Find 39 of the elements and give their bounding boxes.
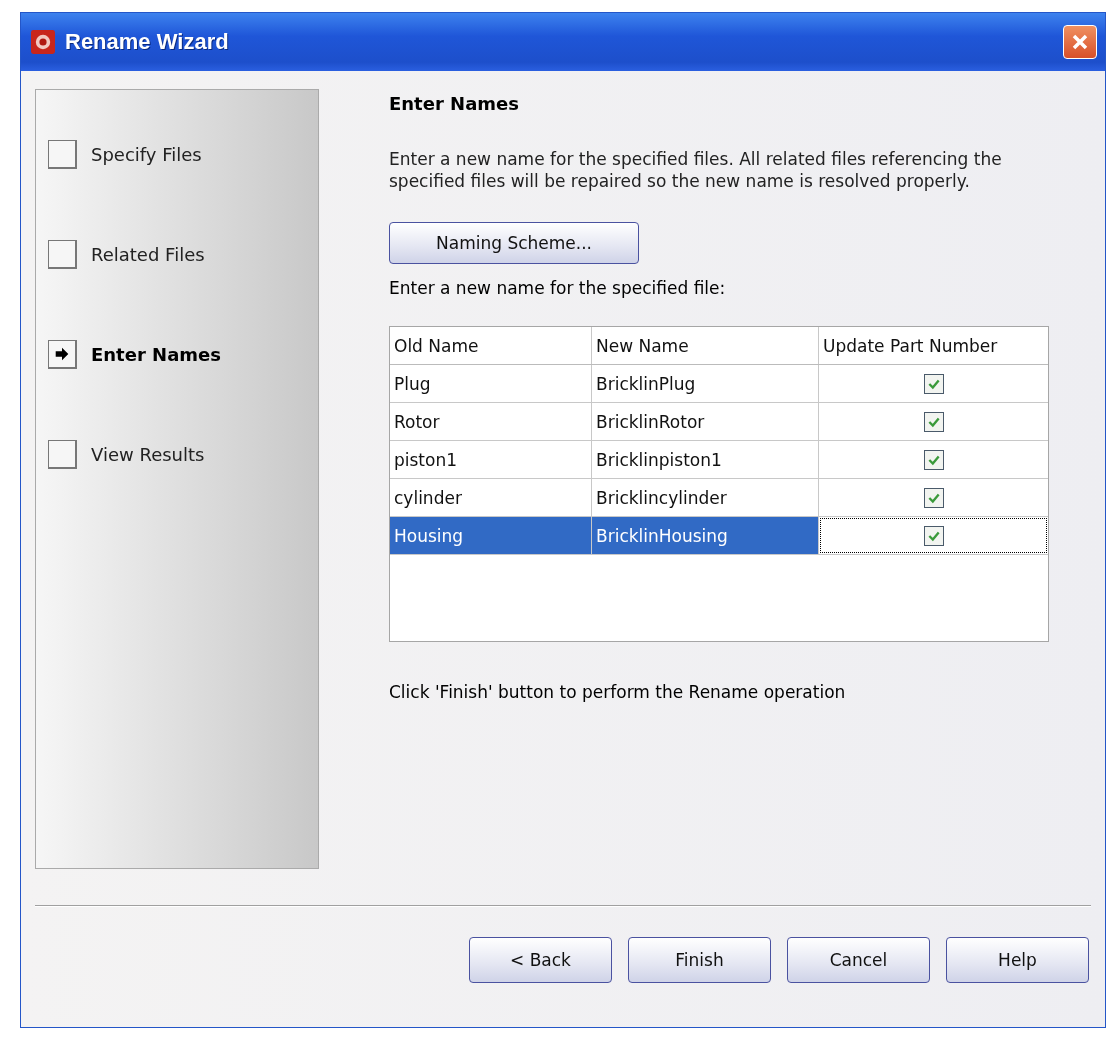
table-label: Enter a new name for the specified file: — [389, 278, 727, 298]
dialog-button[interactable]: Help — [946, 937, 1089, 983]
checkbox[interactable] — [923, 411, 944, 432]
table-cell: BricklinHousing — [592, 517, 819, 554]
naming-scheme-button[interactable]: Naming Scheme... — [389, 222, 639, 264]
step-label: Enter Names — [91, 343, 221, 365]
dialog-button[interactable]: < Back — [469, 937, 612, 983]
window-title: Rename Wizard — [65, 29, 230, 55]
app-icon — [31, 30, 55, 54]
column-header[interactable]: New Name — [592, 327, 819, 364]
column-header[interactable]: Update Part Number — [819, 327, 1048, 364]
table-cell: piston1 — [390, 441, 592, 478]
dialog-button[interactable]: Cancel — [787, 937, 930, 983]
table-row[interactable]: Plug BricklinPlug — [390, 365, 1048, 403]
checkbox[interactable] — [923, 525, 944, 546]
step-label: Specify Files — [91, 143, 202, 165]
table-cell: Plug — [390, 365, 592, 402]
table-row[interactable]: piston1 Bricklinpiston1 — [390, 441, 1048, 479]
close-button[interactable] — [1063, 25, 1097, 59]
table-cell: Rotor — [390, 403, 592, 440]
close-icon — [1070, 32, 1090, 52]
section-heading: Enter Names — [389, 93, 520, 114]
step-label: Related Files — [91, 243, 205, 265]
table-cell: Bricklinpiston1 — [592, 441, 819, 478]
step-label: View Results — [91, 443, 205, 465]
description-text: Enter a new name for the specified files. All related files referencing the specified files will be repaired so the new name is resolved properly. — [389, 148, 1003, 192]
dialog-button[interactable]: Finish — [628, 937, 771, 983]
checkbox[interactable] — [923, 373, 944, 394]
column-header[interactable]: Old Name — [390, 327, 592, 364]
table-cell: Housing — [390, 517, 592, 554]
table-cell: BricklinPlug — [592, 365, 819, 402]
checkbox[interactable] — [923, 449, 944, 470]
table-row[interactable]: Rotor BricklinRotor — [390, 403, 1048, 441]
table-cell: cylinder — [390, 479, 592, 516]
table-row[interactable]: Housing BricklinHousing — [390, 517, 1048, 555]
footer-note: Click 'Finish' button to perform the Rename operation — [389, 682, 847, 702]
checkbox[interactable] — [923, 487, 944, 508]
table-cell: Bricklincylinder — [592, 479, 819, 516]
table-cell: BricklinRotor — [592, 403, 819, 440]
